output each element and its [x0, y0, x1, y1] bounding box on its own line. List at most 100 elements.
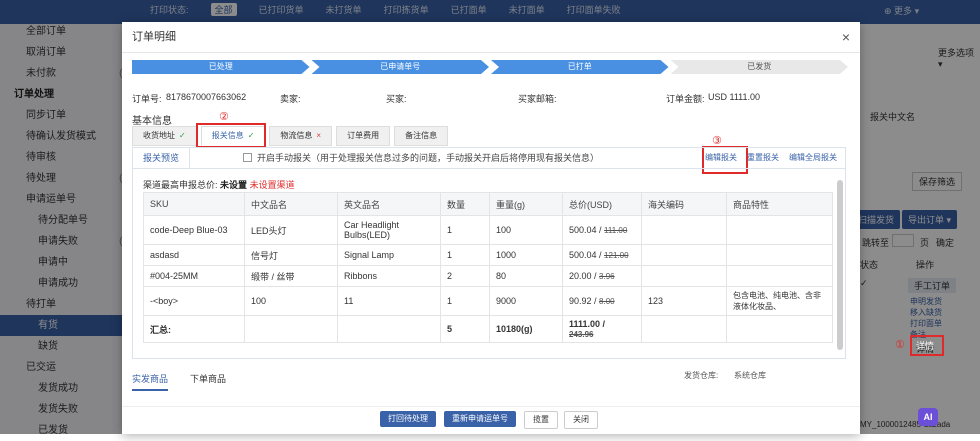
- manual-customs-checkbox[interactable]: 开启手动报关（用于处理报关信息过多的问题，手动报关开启后将停用现有报关信息）: [243, 148, 599, 168]
- vertical-scrollbar[interactable]: [837, 180, 843, 350]
- hold-button[interactable]: 揽置: [524, 411, 558, 429]
- progress-step: 已打单: [491, 60, 669, 74]
- table-cell: 5: [440, 315, 490, 343]
- channel-label: 渠道最高申报总价:: [143, 180, 218, 190]
- table-cell: 90.92 / 8.00: [562, 286, 642, 316]
- cell-price: 20.00 /: [569, 271, 597, 281]
- original-price: 8.00: [599, 297, 615, 306]
- tab-info[interactable]: 物流信息 ×: [269, 126, 333, 146]
- cell-price: 500.04 /: [569, 225, 602, 235]
- revert-to-pending-button[interactable]: 打回待处理: [380, 411, 436, 427]
- tab-info[interactable]: 备注信息: [394, 126, 449, 146]
- table-cell: 1000: [489, 244, 563, 266]
- cell-price: 90.92 /: [569, 296, 597, 306]
- reset-customs-link[interactable]: 重置报关: [747, 148, 779, 168]
- cell-qty: 1: [447, 225, 453, 235]
- table-cell: [641, 244, 727, 266]
- tab-label: 备注信息: [405, 131, 438, 140]
- table-cell: asdasd: [143, 244, 245, 266]
- cell-weight: 9000: [496, 296, 517, 306]
- table-cell: 123: [641, 286, 727, 316]
- table-row: asdasd 信号灯 Signal Lamp 1 1000 500.04 / 121.00: [143, 244, 833, 266]
- channel-value: 未设置: [220, 180, 248, 190]
- cell-qty: 2: [447, 271, 453, 281]
- table-cell: [641, 265, 727, 287]
- table-row: code-Deep Blue-03 LED头灯 Car Headlight Bulb…: [143, 215, 833, 245]
- checkbox-icon[interactable]: [243, 153, 252, 162]
- buyer-label: 买家:: [386, 94, 407, 104]
- tab-info[interactable]: 收货地址 ✓: [132, 126, 197, 146]
- edit-global-customs-link[interactable]: 编辑全局报关: [789, 148, 837, 168]
- table-cell: 汇总:: [143, 315, 245, 343]
- edit-customs-link[interactable]: 编辑报关: [705, 148, 737, 168]
- table-cell: 500.04 / 111.00: [562, 215, 642, 245]
- buyer-email-label: 买家邮箱:: [518, 94, 557, 104]
- cell-qty: 1: [447, 296, 453, 306]
- channel-note: 未设置渠道: [249, 180, 295, 190]
- table-cell: 信号灯: [244, 244, 338, 266]
- column-header: 重量(g): [489, 192, 563, 216]
- table-cell: 1: [440, 215, 490, 245]
- manual-customs-label: 开启手动报关（用于处理报关信息过多的问题，手动报关开启后将停用现有报关信息）: [257, 153, 600, 163]
- table-cell: Car Headlight Bulbs(LED): [337, 215, 441, 245]
- warehouse-label: 发货仓库:: [684, 371, 719, 380]
- seller-label: 卖家:: [280, 94, 301, 104]
- cell-cn: 信号灯: [251, 250, 279, 261]
- close-button[interactable]: 关闭: [564, 411, 598, 429]
- modal-footer: 打回待处理 重新申请运单号 揽置 关闭: [122, 406, 860, 435]
- table-cell: 11: [337, 286, 441, 316]
- column-header: 商品特性: [726, 192, 833, 216]
- basic-info-title: 基本信息: [132, 116, 172, 127]
- total-qty: 5: [447, 324, 453, 334]
- table-cell: [244, 315, 338, 343]
- cell-weight: 1000: [496, 250, 517, 260]
- table-cell: LED头灯: [244, 215, 338, 245]
- table-cell: 80: [489, 265, 563, 287]
- tab-actual-goods[interactable]: 实发商品: [132, 372, 169, 391]
- table-cell: 缎带 / 丝带: [244, 265, 338, 287]
- table-cell: 2: [440, 265, 490, 287]
- column-header: 海关编码: [641, 192, 727, 216]
- table-cell: 10180(g): [489, 315, 563, 343]
- cell-feature: 包含电池、纯电池、含非液体化妆品、: [733, 291, 821, 311]
- table-cell: Ribbons: [337, 265, 441, 287]
- cell-en: 11: [344, 296, 354, 306]
- amount-label: 订单金额:: [666, 94, 705, 104]
- tab-info[interactable]: 订单费用: [336, 126, 391, 146]
- cell-weight: 80: [496, 271, 507, 281]
- check-icon: ✓: [179, 131, 186, 140]
- table-cell: 100: [244, 286, 338, 316]
- column-header: SKU: [143, 192, 245, 216]
- cell-sku: code-Deep Blue-03: [150, 225, 228, 235]
- close-icon[interactable]: ×: [842, 22, 850, 52]
- column-header: 数量: [440, 192, 490, 216]
- customs-table: SKU 中文品名 英文品名 数量 重量(g) 总价(USD) 海关编码 商品特性 code-D…: [143, 192, 833, 343]
- total-price: 1111.00 /: [569, 319, 606, 329]
- table-row: #004-25MM 缎带 / 丝带 Ribbons 2 80 20.00 / 3.96: [143, 265, 833, 287]
- table-cell: [726, 265, 833, 287]
- customs-preview-tab[interactable]: 报关预览: [133, 148, 191, 168]
- column-header: 中文品名: [244, 192, 338, 216]
- table-cell: 1111.00 /243.96: [562, 315, 642, 343]
- info-tabs: 收货地址 ✓ 报关信息 ✓ 物流信息 × 订单费用 备注信息: [132, 126, 449, 146]
- detail-link-highlight[interactable]: 详情: [916, 339, 934, 352]
- tab-ordered-goods[interactable]: 下单商品: [190, 372, 226, 385]
- original-price: 121.00: [604, 251, 629, 260]
- tab-label: 收货地址: [143, 131, 175, 140]
- cell-cn: LED头灯: [251, 225, 287, 236]
- table-cell: code-Deep Blue-03: [143, 215, 245, 245]
- cell-en: Signal Lamp: [344, 250, 395, 260]
- table-row: -<boy> 100 11 1 9000 90.92 / 8.00 123 包含电池、纯电池、…: [143, 286, 833, 316]
- progress-step: 已处理: [132, 60, 310, 74]
- order-amount: USD 1111.00: [708, 92, 761, 102]
- cell-weight: 100: [496, 225, 512, 235]
- total-label: 汇总:: [150, 324, 171, 335]
- ai-assistant-icon[interactable]: AI: [918, 408, 938, 426]
- customs-panel-header: 报关预览 开启手动报关（用于处理报关信息过多的问题，手动报关开启后将停用现有报关…: [133, 148, 845, 169]
- cell-en: Ribbons: [344, 271, 378, 281]
- reapply-tracking-button[interactable]: 重新申请运单号: [444, 411, 516, 427]
- original-price: 3.96: [599, 272, 615, 281]
- table-cell: [726, 244, 833, 266]
- table-cell: [337, 315, 441, 343]
- progress-step: 已发货: [671, 60, 849, 74]
